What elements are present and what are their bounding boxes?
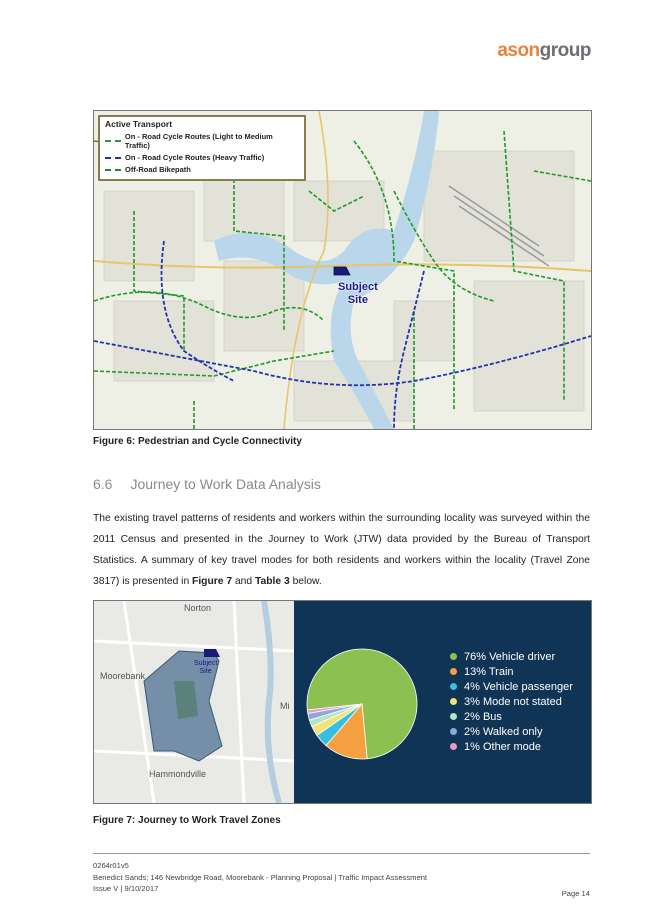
pie-legend-label: 13% Train bbox=[464, 665, 514, 678]
subject-site-label: Subject Site bbox=[338, 281, 378, 307]
travel-mode-pie-chart: 76% Vehicle driver 13% Train 4% Vehicle pa… bbox=[294, 601, 591, 803]
pie-legend-item: 3% Mode not stated bbox=[450, 694, 573, 709]
map-label-south: Hammondville bbox=[149, 769, 207, 779]
site-label-line-2: Site bbox=[199, 668, 212, 675]
pie-legend-label: 3% Mode not stated bbox=[464, 695, 562, 708]
table-reference: Table 3 bbox=[255, 576, 290, 587]
map-legend: Active Transport On - Road Cycle Routes … bbox=[98, 115, 306, 181]
legend-dot-icon bbox=[450, 668, 457, 675]
pie-legend-label: 76% Vehicle driver bbox=[464, 650, 556, 663]
pie-legend-item: 76% Vehicle driver bbox=[450, 649, 573, 664]
pie-legend-label: 2% Walked only bbox=[464, 725, 543, 738]
logo-part-2: group bbox=[539, 40, 592, 61]
figure-7-caption: Figure 7: Journey to Work Travel Zones bbox=[93, 815, 281, 826]
logo-part-1: ason bbox=[497, 40, 540, 61]
page-number: Page 14 bbox=[561, 889, 590, 898]
zone-site-label: Subject Site bbox=[194, 660, 217, 676]
pie-legend-label: 4% Vehicle passenger bbox=[464, 680, 573, 693]
paragraph-text: and bbox=[232, 576, 255, 587]
legend-dot-icon bbox=[450, 713, 457, 720]
pie-legend-item: 2% Walked only bbox=[450, 724, 573, 739]
pie-legend-label: 1% Other mode bbox=[464, 740, 542, 753]
section-heading: 6.6 Journey to Work Data Analysis bbox=[93, 476, 321, 492]
legend-dot-icon bbox=[450, 683, 457, 690]
legend-label: Off-Road Bikepath bbox=[125, 165, 191, 174]
site-label-line-1: Subject bbox=[194, 660, 218, 667]
legend-item: On - Road Cycle Routes (Heavy Traffic) bbox=[105, 153, 299, 162]
dashed-line-green-icon bbox=[105, 168, 121, 171]
site-label-line-2: Site bbox=[347, 294, 368, 306]
page-footer: 0264r01v5 Benedict Sands; 146 Newbridge … bbox=[93, 853, 590, 898]
site-label-line-1: Subject bbox=[338, 281, 378, 293]
figure-6-caption: Figure 6: Pedestrian and Cycle Connectiv… bbox=[93, 436, 302, 447]
legend-dot-icon bbox=[450, 743, 457, 750]
project-title: Benedict Sands; 146 Newbridge Road, Moor… bbox=[93, 872, 428, 882]
paragraph-text: The existing travel patterns of resident… bbox=[93, 513, 590, 587]
document-id: 0264r01v5 bbox=[93, 861, 129, 870]
pie-legend-item: 4% Vehicle passenger bbox=[450, 679, 573, 694]
legend-label: On - Road Cycle Routes (Light to Medium … bbox=[124, 132, 273, 150]
pie-legend: 76% Vehicle driver 13% Train 4% Vehicle pa… bbox=[450, 649, 573, 754]
section-title: Journey to Work Data Analysis bbox=[130, 476, 321, 492]
legend-item: On - Road Cycle Routes (Light to Medium … bbox=[105, 132, 299, 150]
cycle-connectivity-map: Active Transport On - Road Cycle Routes … bbox=[93, 110, 592, 430]
map-label-north: Norton bbox=[184, 603, 212, 613]
legend-dot-icon bbox=[450, 728, 457, 735]
company-logo: asongroup bbox=[497, 40, 591, 62]
legend-item: Off-Road Bikepath bbox=[105, 165, 299, 174]
legend-title: Active Transport bbox=[105, 119, 173, 129]
figure-reference: Figure 7 bbox=[192, 576, 233, 587]
paragraph-text: below. bbox=[289, 576, 322, 587]
pie-legend-label: 2% Bus bbox=[464, 710, 502, 723]
pie-legend-item: 1% Other mode bbox=[450, 739, 573, 754]
pie-chart-svg bbox=[306, 648, 418, 760]
body-paragraph: The existing travel patterns of resident… bbox=[93, 508, 590, 592]
pie-legend-item: 13% Train bbox=[450, 664, 573, 679]
travel-zone-map: Norton Moorebank Mi Hammondville Subject… bbox=[94, 601, 294, 803]
pie-legend-item: 2% Bus bbox=[450, 709, 573, 724]
section-number: 6.6 bbox=[93, 476, 113, 492]
journey-to-work-figure: Norton Moorebank Mi Hammondville Subject… bbox=[93, 600, 592, 804]
legend-label: On - Road Cycle Routes (Heavy Traffic) bbox=[125, 153, 265, 162]
legend-dot-icon bbox=[450, 698, 457, 705]
dashed-line-blue-icon bbox=[105, 156, 121, 159]
dashed-line-green-icon bbox=[105, 140, 121, 142]
map-label-west: Moorebank bbox=[100, 671, 146, 681]
map-label-east: Mi bbox=[280, 701, 290, 711]
legend-dot-icon bbox=[450, 653, 457, 660]
issue-date: Issue V | 9/10/2017 bbox=[93, 884, 159, 893]
